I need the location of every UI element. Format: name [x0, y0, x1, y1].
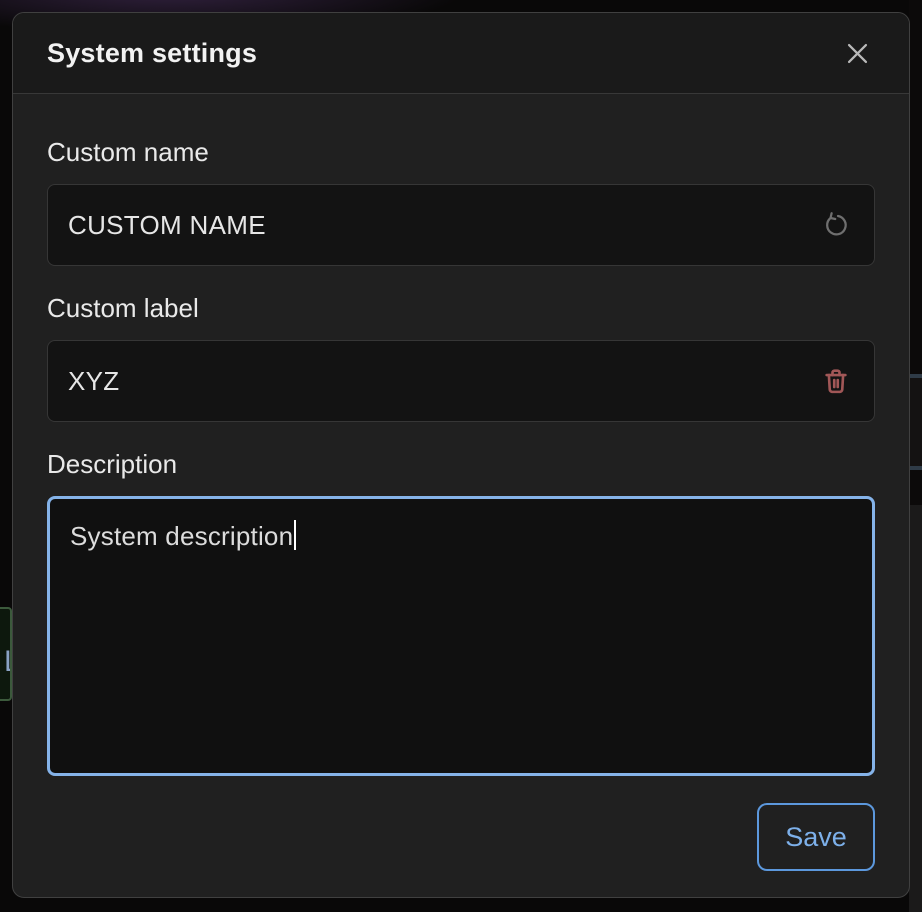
- custom-label-input[interactable]: [48, 341, 874, 421]
- delete-custom-label-button[interactable]: [812, 357, 860, 405]
- background-panel-row: [909, 377, 922, 467]
- background-divider: [909, 374, 922, 378]
- trash-icon: [821, 366, 851, 396]
- description-text: System description: [70, 521, 293, 551]
- background-panel-fragment: [909, 0, 922, 912]
- system-settings-dialog: System settings Custom name Custo: [12, 12, 910, 898]
- close-button[interactable]: [835, 31, 879, 75]
- custom-name-input-wrap: [47, 184, 875, 266]
- background-panel-row: [909, 505, 922, 912]
- text-cursor: [294, 520, 296, 550]
- custom-label-input-wrap: [47, 340, 875, 422]
- description-textarea[interactable]: System description: [47, 496, 875, 776]
- description-label: Description: [47, 448, 875, 480]
- undo-icon: [821, 210, 851, 240]
- background-code-block-fragment: L: [0, 607, 12, 701]
- close-icon: [844, 40, 871, 67]
- custom-name-input[interactable]: [48, 185, 874, 265]
- background-divider: [909, 466, 922, 470]
- dialog-header: System settings: [13, 13, 909, 94]
- reset-custom-name-button[interactable]: [812, 201, 860, 249]
- dialog-footer: Save: [13, 776, 909, 898]
- save-button[interactable]: Save: [757, 803, 875, 871]
- custom-label-label: Custom label: [47, 292, 875, 324]
- dialog-title: System settings: [47, 38, 257, 69]
- custom-name-label: Custom name: [47, 136, 875, 168]
- background-partial-text: L: [4, 645, 12, 679]
- dialog-body: Custom name Custom label: [13, 94, 909, 776]
